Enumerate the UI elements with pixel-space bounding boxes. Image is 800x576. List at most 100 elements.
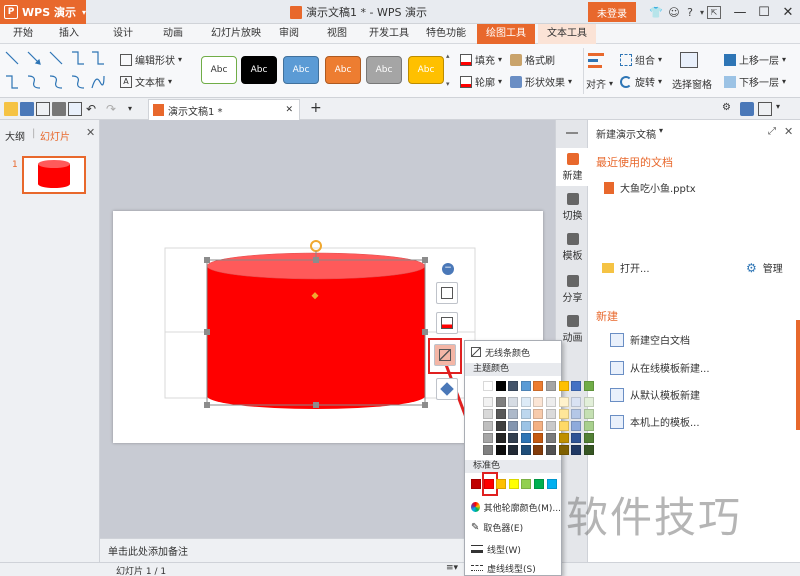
selection-pane-button[interactable]: 选择窗格 xyxy=(672,76,712,91)
theme-color-swatch[interactable] xyxy=(546,381,556,391)
theme-color-swatch[interactable] xyxy=(520,409,531,419)
tab-view[interactable]: 视图 xyxy=(320,24,354,44)
close-icon[interactable]: ✕ xyxy=(86,126,95,139)
theme-color-swatch[interactable] xyxy=(546,397,556,407)
outline-button[interactable]: 轮廓 ▾ xyxy=(460,74,502,89)
theme-color-swatch[interactable] xyxy=(495,433,506,443)
skin-icon[interactable] xyxy=(740,102,754,116)
tab-slideshow[interactable]: 幻灯片放映 xyxy=(204,24,268,44)
theme-color-swatch[interactable] xyxy=(520,445,531,455)
theme-color-swatch[interactable] xyxy=(520,433,531,443)
standard-color-swatch[interactable] xyxy=(483,479,494,489)
line-shapes-gallery[interactable] xyxy=(4,48,108,92)
standard-color-swatch[interactable] xyxy=(546,479,557,489)
theme-color-swatch[interactable] xyxy=(558,445,569,455)
shape-style-5[interactable]: Abc xyxy=(366,56,402,84)
float-fill-button[interactable] xyxy=(436,312,458,334)
theme-color-swatch[interactable] xyxy=(520,381,531,391)
task-pane-title[interactable]: 新建演示文稿 ▾ xyxy=(596,126,663,141)
theme-color-swatch[interactable] xyxy=(546,421,556,431)
theme-color-swatch[interactable] xyxy=(495,409,506,419)
standard-color-swatch[interactable] xyxy=(471,479,481,489)
tab-review[interactable]: 审阅 xyxy=(272,24,306,44)
theme-color-swatch[interactable] xyxy=(571,409,582,419)
tab-design[interactable]: 设计 xyxy=(106,24,140,44)
tab-drawing-tools[interactable]: 绘图工具 xyxy=(477,24,535,44)
undo-icon[interactable]: ↶ xyxy=(86,102,100,116)
tab-features[interactable]: 特色功能 xyxy=(420,24,472,44)
theme-color-swatch[interactable] xyxy=(508,381,519,391)
new-from-online-template[interactable]: 从在线模板新建... xyxy=(610,360,710,375)
close-icon[interactable]: ✕ xyxy=(776,2,800,22)
theme-color-swatch[interactable] xyxy=(483,381,493,391)
print-icon[interactable] xyxy=(52,102,66,116)
line-style-option[interactable]: 线型(W) xyxy=(465,541,561,557)
side-tab-template[interactable]: 模板 xyxy=(556,228,589,266)
theme-color-swatch[interactable] xyxy=(508,445,519,455)
send-backward-button[interactable]: 下移一层 ▾ xyxy=(724,74,786,89)
tab-start[interactable]: 开始 xyxy=(6,24,40,44)
float-layer-button[interactable] xyxy=(436,378,458,400)
theme-color-swatch[interactable] xyxy=(520,397,531,407)
export-icon[interactable]: ⇱ xyxy=(707,6,721,19)
print-preview-icon[interactable] xyxy=(68,102,82,116)
format-brush-button[interactable]: 格式刷 xyxy=(510,52,555,67)
local-templates[interactable]: 本机上的模板... xyxy=(610,414,700,429)
theme-color-swatch[interactable] xyxy=(558,381,569,391)
shape-style-6[interactable]: Abc xyxy=(408,56,444,84)
eyedropper-option[interactable]: ✎ 取色器(E) xyxy=(465,519,561,535)
manage-button[interactable]: ⚙ 管理 xyxy=(746,260,783,276)
side-tab-share[interactable]: 分享 xyxy=(556,270,589,308)
new-from-default-template[interactable]: 从默认模板新建 xyxy=(610,387,700,402)
theme-color-swatch[interactable] xyxy=(495,445,506,455)
theme-color-swatch[interactable] xyxy=(533,409,544,419)
theme-color-swatch[interactable] xyxy=(583,445,594,455)
add-tab-button[interactable]: + xyxy=(310,100,322,116)
shape-style-4[interactable]: Abc xyxy=(325,56,361,84)
theme-color-swatch[interactable] xyxy=(508,421,519,431)
tab-outline[interactable]: 大纲 xyxy=(5,128,25,143)
open-button[interactable]: 打开... xyxy=(602,260,650,275)
pin-icon[interactable]: ⚙ xyxy=(722,102,736,116)
theme-color-swatch[interactable] xyxy=(571,433,582,443)
side-tab-new[interactable]: 新建 xyxy=(556,148,589,186)
float-outline-button[interactable] xyxy=(434,344,456,366)
theme-color-swatch[interactable] xyxy=(558,397,569,407)
doc-tab[interactable]: 演示文稿1 * ✕ xyxy=(148,99,300,120)
redo-icon[interactable]: ↷ xyxy=(106,102,120,116)
standard-color-swatch[interactable] xyxy=(534,479,544,489)
theme-color-swatch[interactable] xyxy=(533,421,544,431)
no-line-color-option[interactable]: 无线条颜色 xyxy=(465,345,561,359)
app-menu-button[interactable]: P WPS 演示 ▾ xyxy=(0,0,86,24)
theme-color-swatch[interactable] xyxy=(571,381,582,391)
tab-insert[interactable]: 插入 xyxy=(52,24,86,44)
theme-color-swatch[interactable] xyxy=(583,381,594,391)
shape-style-1[interactable]: Abc xyxy=(201,56,237,84)
theme-color-swatch[interactable] xyxy=(483,433,493,443)
close-icon[interactable]: ✕ xyxy=(285,105,293,115)
theme-color-swatch[interactable] xyxy=(508,409,519,419)
dash-style-option[interactable]: 虚线线型(S) xyxy=(465,561,561,575)
chevron-down-icon[interactable]: ▾ xyxy=(128,102,142,116)
theme-color-swatch[interactable] xyxy=(558,409,569,419)
more-outline-colors-option[interactable]: 其他轮廓颜色(M)... xyxy=(465,499,561,515)
group-button[interactable]: 组合 ▾ xyxy=(620,52,662,67)
standard-color-swatch[interactable] xyxy=(496,479,507,489)
theme-color-swatch[interactable] xyxy=(483,397,493,407)
theme-color-swatch[interactable] xyxy=(533,397,544,407)
bring-forward-button[interactable]: 上移一层 ▾ xyxy=(724,52,786,67)
login-button[interactable]: 未登录 xyxy=(588,2,636,22)
fill-button[interactable]: 填充 ▾ xyxy=(460,52,502,67)
tab-text-tools[interactable]: 文本工具 xyxy=(538,24,596,44)
tab-dev-tools[interactable]: 开发工具 xyxy=(366,24,412,44)
shirt-icon[interactable]: 👕 xyxy=(648,4,664,20)
theme-color-swatch[interactable] xyxy=(533,381,544,391)
theme-color-swatch[interactable] xyxy=(546,433,556,443)
theme-color-swatch[interactable] xyxy=(495,421,506,431)
standard-color-swatch[interactable] xyxy=(521,479,532,489)
theme-color-swatch[interactable] xyxy=(483,409,493,419)
theme-color-swatch[interactable] xyxy=(483,445,493,455)
export-pdf-icon[interactable] xyxy=(36,102,50,116)
theme-color-swatch[interactable] xyxy=(483,421,493,431)
theme-color-swatch[interactable] xyxy=(495,381,506,391)
